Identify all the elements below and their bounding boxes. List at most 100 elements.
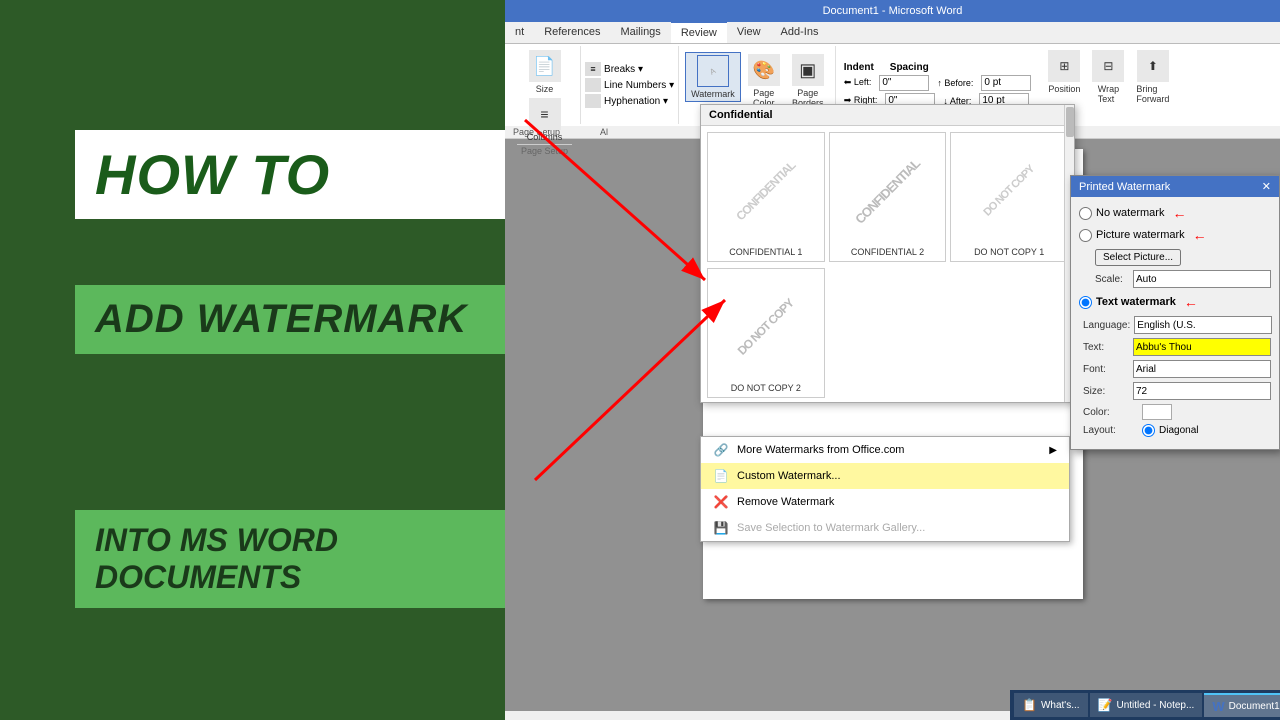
line-numbers-button[interactable]: Line Numbers ▾: [585, 78, 674, 92]
text-watermark-row: Text watermark ←: [1079, 294, 1271, 310]
color-label: Color:: [1083, 407, 1138, 418]
donotcopy1-label: DO NOT COPY 1: [974, 247, 1044, 257]
donotcopy1-text: DO NOT COPY: [982, 163, 1037, 218]
indent-left-input[interactable]: [879, 75, 929, 91]
watermark-grid: CONFIDENTIAL CONFIDENTIAL 1 CONFIDENTIAL…: [701, 126, 1074, 268]
size-label: Size: [536, 84, 554, 94]
taskbar-whats-icon: 📋: [1022, 698, 1037, 712]
remove-watermark-label: Remove Watermark: [737, 496, 834, 508]
context-menu: 🔗 More Watermarks from Office.com ▶ 📄 Cu…: [700, 436, 1070, 542]
dialog-title: Printed Watermark: [1079, 181, 1170, 193]
more-watermarks-arrow: ▶: [1049, 445, 1057, 456]
page-borders-icon: ▣: [792, 54, 824, 86]
no-watermark-row: No watermark ←: [1079, 205, 1271, 221]
donotcopy1-preview: DO NOT COPY: [955, 137, 1063, 245]
word-window: Document1 - Microsoft Word nt References…: [505, 0, 1280, 720]
text-watermark-label: Text watermark: [1096, 296, 1176, 308]
title-text: Document1 - Microsoft Word: [823, 5, 963, 17]
wrap-text-button[interactable]: ⊟ WrapText: [1087, 48, 1129, 122]
tutorial-block-2: ADD WATERMARK: [75, 285, 505, 354]
bring-forward-label: BringForward: [1136, 84, 1169, 104]
tab-addins[interactable]: Add-Ins: [771, 22, 829, 43]
tab-mailings[interactable]: Mailings: [610, 22, 670, 43]
save-watermark-icon: 💾: [713, 520, 729, 536]
language-label: Language:: [1083, 320, 1130, 331]
donotcopy2-text: DO NOT COPY: [735, 296, 797, 358]
color-row: Color:: [1079, 404, 1271, 420]
bring-forward-button[interactable]: ⬆ BringForward: [1131, 48, 1174, 122]
taskbar-item-notepad[interactable]: 📝 Untitled - Notep...: [1090, 693, 1203, 717]
columns-button[interactable]: ≡ Columns: [522, 96, 568, 144]
taskbar-item-word[interactable]: W Document1 - Mi...: [1204, 693, 1280, 717]
watermark-item-confidential1[interactable]: CONFIDENTIAL CONFIDENTIAL 1: [707, 132, 825, 262]
tutorial-line-3: INTO MS WORD DOCUMENTS: [95, 522, 338, 595]
menu-item-more-watermarks[interactable]: 🔗 More Watermarks from Office.com ▶: [701, 437, 1069, 463]
confidential2-label: CONFIDENTIAL 2: [851, 247, 924, 257]
no-watermark-label: No watermark: [1096, 207, 1164, 219]
watermark-grid-row2: DO NOT COPY DO NOT COPY 2: [701, 268, 1074, 402]
page-color-button[interactable]: 🎨 Page Color: [743, 52, 785, 110]
size-button[interactable]: 📄 Size: [524, 48, 566, 96]
watermark-item-donotcopy2[interactable]: DO NOT COPY DO NOT COPY 2: [707, 268, 825, 398]
breaks-icon: ≡: [585, 62, 601, 76]
size-group: 📄 Size ≡ Columns Page Setup: [509, 46, 581, 124]
position-icon: ⊞: [1048, 50, 1080, 82]
tutorial-block-3: INTO MS WORD DOCUMENTS: [75, 510, 505, 608]
tutorial-block-1: HOW TO: [75, 130, 505, 219]
confidential1-label: CONFIDENTIAL 1: [729, 247, 802, 257]
arrow-indicator-2: ←: [1193, 227, 1207, 243]
scale-row: Scale:: [1079, 270, 1271, 288]
arrange-section-label: Al: [600, 127, 608, 137]
language-input[interactable]: [1134, 316, 1272, 334]
tutorial-background: [0, 0, 510, 720]
menu-item-save-watermark: 💾 Save Selection to Watermark Gallery...: [701, 515, 1069, 541]
watermark-item-confidential2[interactable]: CONFIDENTIAL CONFIDENTIAL 2: [829, 132, 947, 262]
tab-nt[interactable]: nt: [505, 22, 534, 43]
taskbar: 📋 What's... 📝 Untitled - Notep... W Docu…: [1010, 690, 1280, 720]
columns-label: Columns: [527, 132, 563, 142]
text-row: Text:: [1079, 338, 1271, 356]
watermark-dropdown: Confidential CONFIDENTIAL CONFIDENTIAL 1…: [700, 104, 1075, 403]
spacing-before-input[interactable]: [981, 75, 1031, 91]
breaks-button[interactable]: ≡ Breaks ▾: [585, 62, 674, 76]
hyphenation-button[interactable]: Hyphenation ▾: [585, 94, 674, 108]
menu-item-remove-watermark[interactable]: ❌ Remove Watermark: [701, 489, 1069, 515]
size-row: Size:: [1079, 382, 1271, 400]
menu-item-custom-watermark[interactable]: 📄 Custom Watermark...: [701, 463, 1069, 489]
tab-references[interactable]: References: [534, 22, 610, 43]
color-swatch[interactable]: [1142, 404, 1172, 420]
page-setup-label: Page Setup: [517, 144, 572, 157]
size-input[interactable]: [1133, 382, 1271, 400]
remove-watermark-icon: ❌: [713, 494, 729, 510]
confidential2-text: CONFIDENTIAL: [852, 156, 923, 227]
font-input[interactable]: [1133, 360, 1271, 378]
picture-watermark-label: Picture watermark: [1096, 229, 1185, 241]
taskbar-item-whats[interactable]: 📋 What's...: [1014, 693, 1088, 717]
picture-watermark-radio[interactable]: [1079, 229, 1092, 242]
no-watermark-radio[interactable]: [1079, 207, 1092, 220]
watermark-label: Watermark: [691, 89, 735, 99]
size-icon: 📄: [529, 50, 561, 82]
dialog-title-bar: Printed Watermark ✕: [1071, 176, 1279, 197]
tab-view[interactable]: View: [727, 22, 771, 43]
ribbon-tabs: nt References Mailings Review View Add-I…: [505, 22, 1280, 44]
scale-input[interactable]: [1133, 270, 1271, 288]
confidential2-preview: CONFIDENTIAL: [834, 137, 942, 245]
tab-review[interactable]: Review: [671, 21, 727, 43]
page-borders-button[interactable]: ▣ PageBorders: [787, 52, 829, 110]
spacing-header: Spacing: [890, 62, 929, 73]
scrollbar-thumb: [1066, 107, 1074, 137]
hyphenation-label: Hyphenation ▾: [604, 96, 668, 107]
watermark-item-donotcopy1[interactable]: DO NOT COPY DO NOT COPY 1: [950, 132, 1068, 262]
watermark-button[interactable]: A Watermark: [685, 52, 741, 102]
select-picture-row: Select Picture...: [1079, 249, 1271, 266]
diagonal-radio[interactable]: [1142, 424, 1155, 437]
taskbar-notepad-label: Untitled - Notep...: [1117, 700, 1195, 711]
select-picture-button[interactable]: Select Picture...: [1095, 249, 1181, 266]
text-input[interactable]: [1133, 338, 1271, 356]
line-numbers-icon: [585, 78, 601, 92]
dialog-close-icon[interactable]: ✕: [1262, 180, 1271, 193]
scale-label: Scale:: [1095, 274, 1129, 285]
text-watermark-radio[interactable]: [1079, 296, 1092, 309]
confidential1-preview: CONFIDENTIAL: [712, 137, 820, 245]
